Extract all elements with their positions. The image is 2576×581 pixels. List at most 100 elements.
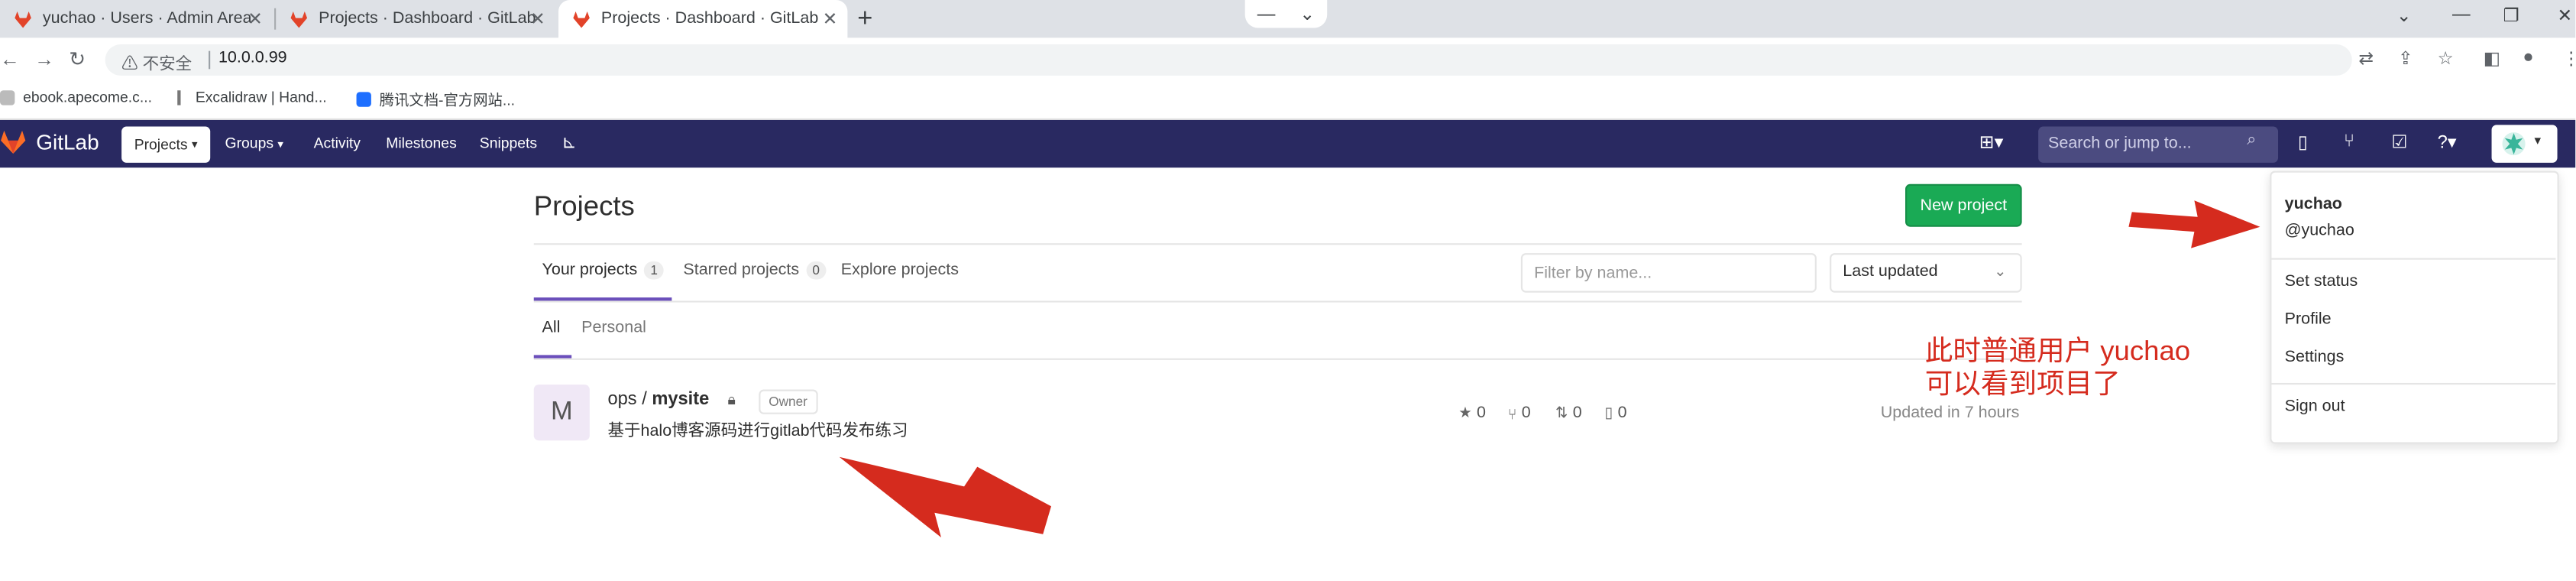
not-secure-indicator[interactable]: ⚠ 不安全 — [121, 50, 192, 74]
gitlab-favicon-icon — [573, 10, 590, 28]
settings-item[interactable]: Settings — [2285, 349, 2345, 367]
user-avatar-icon[interactable] — [2501, 131, 2526, 156]
chevron-down-icon[interactable]: ▾ — [2534, 133, 2541, 148]
project-avatar[interactable]: M — [533, 385, 590, 441]
nav-groups-label: Groups — [225, 135, 274, 151]
browser-tab-projects[interactable]: Projects · Dashboard · GitLab ✕ — [276, 0, 555, 37]
nav-milestones[interactable]: Milestones — [386, 135, 457, 151]
red-arrow-annotation — [839, 456, 1051, 538]
close-tab-icon[interactable]: ✕ — [248, 8, 263, 30]
issues-icon: ▯ — [1604, 404, 1613, 421]
bookmark-tencent-docs[interactable]: 腾讯文档-官方网站... — [356, 89, 516, 110]
forks-count[interactable]: ⑂ 0 — [1508, 404, 1531, 423]
chevron-down-icon: ▾ — [277, 139, 283, 151]
close-window-button[interactable]: ✕ — [2558, 5, 2573, 27]
subtab-all[interactable]: All — [542, 319, 561, 337]
restore-window-button[interactable]: ❐ — [2503, 5, 2519, 27]
address-bar[interactable] — [105, 44, 2352, 76]
merge-requests-icon[interactable]: ⑂ — [2344, 131, 2354, 151]
stars-count[interactable]: ★ 0 — [1458, 404, 1486, 423]
red-arrow-annotation — [2128, 200, 2260, 248]
issues-icon[interactable]: ▯ — [2298, 131, 2308, 153]
tab-label: Your projects — [542, 261, 638, 280]
not-secure-label: 不安全 — [142, 56, 193, 74]
annotation-line: 此时普通用户 yuchao — [1924, 335, 2191, 367]
nav-snippets[interactable]: Snippets — [480, 135, 537, 151]
tab-starred-projects[interactable]: Starred projects 0 — [683, 261, 827, 280]
project-name: mysite — [652, 389, 710, 410]
count-badge: 0 — [805, 261, 827, 280]
set-status-item[interactable]: Set status — [2285, 273, 2358, 291]
screenshot-stage: yuchao · Users · Admin Area · G ✕ Projec… — [0, 0, 2576, 580]
nav-projects-dropdown[interactable]: Projects ▾ — [121, 126, 211, 163]
merge-requests-count[interactable]: ⇅ 0 — [1555, 404, 1582, 423]
close-tab-icon[interactable]: ✕ — [530, 8, 545, 30]
dropdown-user-handle[interactable]: @yuchao — [2285, 222, 2354, 240]
browser-tab-admin-users[interactable]: yuchao · Users · Admin Area · G ✕ — [0, 0, 273, 37]
profile-avatar-icon[interactable]: ● — [2523, 47, 2533, 67]
excalidraw-icon — [177, 89, 187, 105]
new-item-plus-icon[interactable]: ⊞▾ — [1979, 131, 2004, 153]
new-tab-button[interactable]: + — [857, 5, 872, 34]
new-project-button[interactable]: New project — [1905, 183, 2022, 227]
nav-activity[interactable]: Activity — [314, 135, 361, 151]
tab-label: Starred projects — [683, 261, 800, 280]
url-text[interactable]: 10.0.0.99 — [218, 50, 287, 68]
tab-title: Projects · Dashboard · GitLab — [319, 9, 536, 28]
minimize-window-button[interactable]: — — [2452, 5, 2471, 24]
forks-value: 0 — [1521, 404, 1531, 423]
media-control-pill[interactable]: — ⌄ — [1244, 0, 1328, 28]
bookmark-excalidraw[interactable]: Excalidraw | Hand... — [177, 89, 327, 105]
gitlab-brand[interactable]: GitLab — [36, 130, 99, 154]
translate-icon[interactable]: ⇄ — [2358, 47, 2374, 70]
dropdown-divider — [2270, 382, 2556, 385]
search-icon: ⌕ — [2247, 131, 2257, 150]
page-icon — [0, 89, 15, 105]
bookmark-label: 腾讯文档-官方网站... — [379, 92, 516, 109]
reload-icon[interactable]: ↻ — [69, 47, 86, 70]
divider — [533, 243, 2022, 245]
dropdown-divider — [2270, 258, 2556, 260]
tab-search-chevron-icon[interactable]: ⌄ — [2396, 5, 2412, 27]
help-icon[interactable]: ?▾ — [2438, 131, 2457, 153]
chevron-down-icon[interactable]: ⌄ — [1299, 3, 1315, 24]
tab-title: yuchao · Users · Admin Area · G — [42, 9, 253, 28]
browser-menu-icon[interactable]: ⋮ — [2562, 47, 2576, 70]
project-link[interactable]: ops / mysite — [608, 390, 710, 410]
chevron-down-icon: ⌄ — [1994, 263, 2007, 280]
side-panel-icon[interactable]: ◧ — [2484, 47, 2500, 70]
role-badge: Owner — [759, 389, 817, 414]
browser-tab-projects-active[interactable]: Projects · Dashboard · GitLab ✕ — [558, 0, 848, 38]
profile-item[interactable]: Profile — [2285, 310, 2332, 329]
minus-icon[interactable]: — — [1257, 4, 1276, 24]
project-description: 基于halo博客源码进行gitlab代码发布练习 — [607, 422, 908, 441]
bookmark-ebook[interactable]: ebook.apecome.c... — [0, 89, 152, 105]
todos-icon[interactable]: ☑ — [2391, 131, 2407, 153]
divider — [533, 300, 2022, 303]
annotation-text: 此时普通用户 yuchao 可以看到项目了 — [1925, 336, 2190, 401]
private-lock-icon: 🔒︎ — [727, 391, 736, 408]
divider — [533, 358, 2022, 360]
sign-out-item[interactable]: Sign out — [2285, 398, 2345, 416]
dropdown-username[interactable]: yuchao — [2285, 196, 2342, 214]
share-icon[interactable]: ⇪ — [2398, 47, 2413, 70]
close-tab-icon[interactable]: ✕ — [823, 8, 838, 30]
back-arrow-icon[interactable]: ← — [0, 47, 20, 70]
gitlab-favicon-icon — [15, 10, 31, 28]
tab-label: Explore projects — [840, 261, 959, 280]
merge-request-icon: ⇅ — [1555, 404, 1568, 421]
tab-explore-projects[interactable]: Explore projects — [841, 261, 959, 280]
tab-your-projects[interactable]: Your projects 1 — [542, 261, 665, 280]
bookmark-star-icon[interactable]: ☆ — [2438, 47, 2454, 70]
subtab-personal[interactable]: Personal — [581, 319, 646, 337]
tencent-docs-icon — [356, 92, 371, 107]
issues-value: 0 — [1617, 404, 1627, 423]
forward-arrow-icon[interactable]: → — [34, 47, 54, 70]
tab-title: Projects · Dashboard · GitLab — [600, 9, 819, 28]
nav-groups-dropdown[interactable]: Groups ▾ — [225, 135, 283, 151]
star-icon: ★ — [1458, 404, 1472, 421]
bookmark-label: Excalidraw | Hand... — [195, 89, 327, 105]
issues-count[interactable]: ▯ 0 — [1605, 404, 1627, 423]
gitlab-logo[interactable] — [0, 130, 26, 154]
analytics-chart-icon[interactable]: ⊾ — [561, 131, 577, 153]
